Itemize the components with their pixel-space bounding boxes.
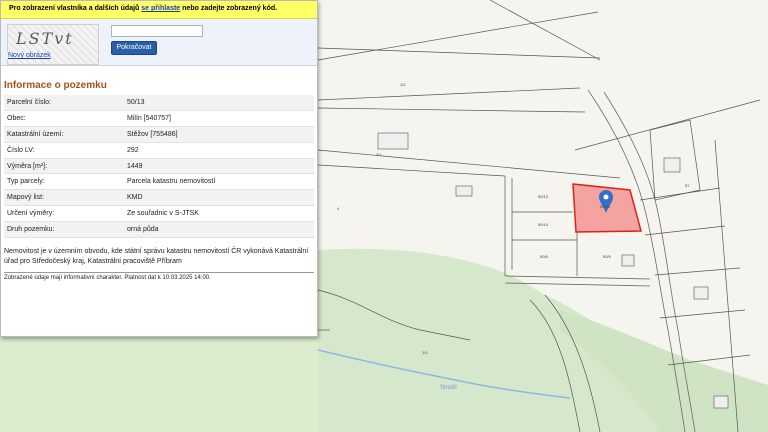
continue-button[interactable]: Pokračovat (111, 41, 157, 55)
row-label: Typ parcely: (4, 173, 124, 191)
login-link[interactable]: se přihlaste (141, 5, 180, 12)
row-value: orná půda (124, 221, 314, 238)
row-value: Stěžov [755486] (124, 126, 314, 143)
captcha-code: LSTvt (16, 29, 74, 48)
row-label: Výměra [m²]: (4, 158, 124, 175)
table-row: Výměra [m²]: 1449 (4, 158, 314, 175)
table-row: Parcelní číslo: 50/13 (4, 95, 314, 112)
row-value: Milín [540757] (124, 110, 314, 128)
section-title: Informace o pozemku (4, 80, 107, 91)
banner-text-end: nebo zadejte zobrazený kód. (182, 5, 278, 12)
row-label: Druh pozemku: (4, 221, 124, 238)
row-label: Určení výměry: (4, 205, 124, 222)
divider (4, 271, 314, 273)
captcha-input[interactable] (111, 25, 203, 37)
parcel-label: 2/1 (376, 152, 382, 157)
parcel-label: 50/14 (538, 222, 549, 227)
row-label: Obec: (4, 110, 124, 128)
banner-text: Pro zobrazení vlastníka a dalších údajů (9, 5, 140, 12)
row-label: Číslo LV: (4, 142, 124, 159)
row-value: Ze souřadnic v S-JTSK (124, 205, 314, 222)
row-label: Parcelní číslo: (4, 95, 124, 112)
row-value: 50/13 (124, 95, 314, 112)
table-row: Druh pozemku: orná půda (4, 221, 314, 238)
stream-label: Strošil (440, 385, 457, 391)
parcel-label: 50/8 (540, 254, 549, 259)
row-label: Katastrální území: (4, 126, 124, 143)
parcel-label: 1/2 (400, 82, 406, 87)
row-value: 1449 (124, 158, 314, 175)
table-row: Číslo LV: 292 (4, 142, 314, 159)
table-row: Určení výměry: Ze souřadnic v S-JTSK (4, 205, 314, 222)
new-image-link[interactable]: Nový obrázek (7, 52, 52, 59)
row-label: Mapový list: (4, 189, 124, 207)
captcha-banner: Pro zobrazení vlastníka a dalších údajů … (1, 1, 317, 19)
parcel-info-panel: Pro zobrazení vlastníka a dalších údajů … (0, 0, 318, 337)
table-row: Katastrální území: Stěžov [755486] (4, 126, 314, 143)
captcha-area: LSTvt Nový obrázek Pokračovat (1, 19, 317, 66)
parcel-label: 1/1 (422, 350, 428, 355)
parcel-label: 50/12 (538, 194, 549, 199)
table-row: Mapový list: KMD (4, 189, 314, 207)
jurisdiction-note: Nemovitost je v územním obvodu, kde stát… (4, 247, 309, 265)
table-row: Typ parcely: Parcela katastru nemovitostí (4, 173, 314, 191)
parcel-label: 50/9 (603, 254, 612, 259)
parcel-info-table: Parcelní číslo: 50/13 Obec: Milín [540757]… (4, 95, 314, 238)
data-validity-note: Zobrazené údaje mají informativní charak… (4, 274, 211, 281)
parcel-label: 50/13 (600, 204, 611, 209)
row-value: KMD (124, 189, 314, 207)
row-value: 292 (124, 142, 314, 159)
row-value: Parcela katastru nemovitostí (124, 173, 314, 191)
parcel-label: 57 (685, 183, 690, 188)
table-row: Obec: Milín [540757] (4, 110, 314, 128)
